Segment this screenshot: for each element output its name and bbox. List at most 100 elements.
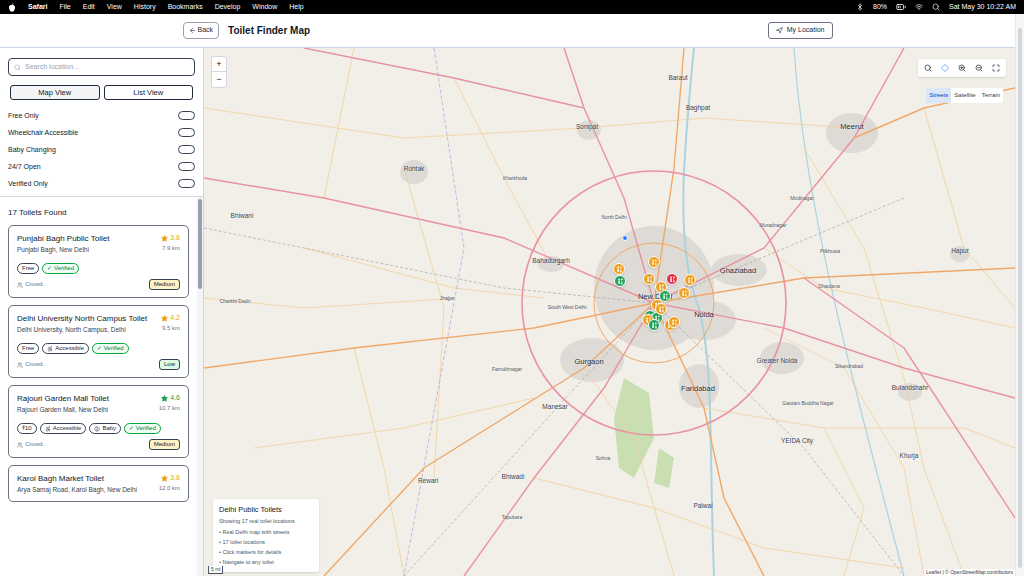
place-label: Gautam Buddha Nagar <box>782 400 833 408</box>
toilet-icon <box>651 322 658 329</box>
spotlight-icon[interactable] <box>932 3 940 11</box>
filter-toggle[interactable] <box>178 111 195 120</box>
zoom-out-icon[interactable] <box>975 64 983 72</box>
place-label: YEIDA City <box>781 436 813 446</box>
menu-item[interactable]: View <box>107 2 122 13</box>
crowd-badge: Medium <box>149 279 180 290</box>
toilet-card[interactable]: Karol Bagh Market ToiletArya Samaj Road,… <box>8 465 189 502</box>
my-location-button[interactable]: My Location <box>768 22 833 39</box>
place-label: Gurgaon <box>574 356 603 367</box>
place-label: Farrukhnagar <box>492 366 522 374</box>
view-button[interactable]: List View <box>104 85 194 100</box>
search-icon[interactable] <box>924 64 932 72</box>
zoom-in-icon[interactable] <box>958 64 966 72</box>
filter-label: Free Only <box>8 111 39 122</box>
toilet-card[interactable]: Delhi University North Campus ToiletDelh… <box>8 305 189 378</box>
baby-icon <box>94 426 100 432</box>
layer-switch: StreetsSatelliteTerrain <box>926 88 1003 103</box>
toilet-marker[interactable] <box>655 303 667 315</box>
rating: 4.2 <box>161 313 180 324</box>
sidebar-scrollbar[interactable] <box>197 197 203 576</box>
menu-item[interactable]: Window <box>252 2 277 13</box>
layer-button[interactable]: Streets <box>926 88 951 103</box>
toilet-marker[interactable] <box>613 263 625 275</box>
filter-toggle[interactable] <box>178 145 195 154</box>
search-field[interactable]: Search location... <box>8 58 195 76</box>
toilet-marker[interactable] <box>668 316 680 328</box>
back-button[interactable]: Back <box>183 22 220 39</box>
bluetooth-icon[interactable] <box>856 3 864 11</box>
filter-label: 24/7 Open <box>8 162 41 173</box>
filter-row: Free Only <box>8 109 195 122</box>
layer-button[interactable]: Satellite <box>951 88 978 103</box>
star-icon <box>161 475 168 482</box>
place-label: Noida <box>694 309 714 320</box>
page: BackToilet Finder MapMy LocationSearch l… <box>0 14 1015 576</box>
toilet-card[interactable]: Rajouri Garden Mall ToiletRajouri Garden… <box>8 385 189 458</box>
clock[interactable]: Sat May 30 10:22 AM <box>949 2 1016 13</box>
view-button[interactable]: Map View <box>10 85 100 100</box>
place-label: Sikandrabad <box>835 363 863 371</box>
menu-item[interactable]: History <box>134 2 156 13</box>
place-label: Palwal <box>693 501 712 511</box>
place-label: Modinagar <box>790 195 814 203</box>
toilet-card[interactable]: Punjabi Bagh Public ToiletPunjabi Bagh, … <box>8 225 189 298</box>
people-icon <box>17 442 23 448</box>
menu-item[interactable]: Bookmarks <box>168 2 203 13</box>
filter-label: Baby Changing <box>8 145 56 156</box>
toilet-marker[interactable] <box>684 274 696 286</box>
toilet-marker[interactable] <box>648 256 660 268</box>
card-title: Delhi University North Campus Toilet <box>17 313 147 324</box>
battery-percent: 80% <box>873 2 887 13</box>
place-label: Bhiwadi <box>502 472 525 482</box>
battery-icon[interactable] <box>896 2 906 12</box>
place-label: Kharkhoda <box>503 175 527 183</box>
zoom-out-button[interactable]: − <box>212 72 226 87</box>
menu-item[interactable]: File <box>59 2 70 13</box>
toilet-marker[interactable] <box>643 273 655 285</box>
filter-toggle[interactable] <box>178 179 195 188</box>
map-scale: 5 mi <box>208 566 223 575</box>
fullscreen-icon[interactable] <box>992 64 1000 72</box>
place-label: Meerut <box>840 121 863 132</box>
layers-icon[interactable] <box>941 64 949 72</box>
filter-row: Wheelchair Accessible <box>8 126 195 139</box>
toilet-marker[interactable] <box>678 287 690 299</box>
card-location: Arya Samaj Road, Karol Bagh, New Delhi <box>17 485 137 494</box>
info-title: Delhi Public Toilets <box>219 504 313 515</box>
menu-bar: Safari File Edit View History Bookmarks Develo… <box>0 0 1024 14</box>
map-attribution[interactable]: Leaflet | © OpenStreetMap contributors <box>924 569 1015 576</box>
toilet-marker[interactable] <box>648 319 660 331</box>
toilet-marker[interactable] <box>614 275 626 287</box>
page-scrollbar-thumb[interactable] <box>1018 28 1022 568</box>
filter-toggle[interactable] <box>178 162 195 171</box>
zoom-in-button[interactable]: + <box>212 57 226 72</box>
results-area: 17 Toilets FoundPunjabi Bagh Public Toil… <box>0 197 203 576</box>
crowd-row: Crowd: Medium <box>17 279 180 290</box>
rating: 4.6 <box>161 393 180 404</box>
filter-label: Wheelchair Accessible <box>8 128 78 139</box>
place-label: Sonipat <box>576 122 598 132</box>
menu-item[interactable]: Develop <box>215 2 241 13</box>
menu-item[interactable]: Help <box>289 2 303 13</box>
map[interactable]: BarautBaghpatSonipatMeerutRohtakKharkhod… <box>204 48 1015 576</box>
card-head: Delhi University North Campus ToiletDelh… <box>17 313 180 334</box>
filter-list: Free Only Wheelchair Accessible Baby Chang… <box>8 109 195 190</box>
menu-app-name[interactable]: Safari <box>28 2 47 13</box>
scrollbar-thumb[interactable] <box>198 199 202 289</box>
place-label: Rohtak <box>404 164 425 174</box>
toilet-marker[interactable] <box>666 273 678 285</box>
card-location: Delhi University, North Campus, Delhi <box>17 325 147 334</box>
layer-button[interactable]: Terrain <box>979 88 1003 103</box>
card-text: Rajouri Garden Mall ToiletRajouri Garden… <box>17 393 109 414</box>
map-tools <box>918 59 1006 77</box>
place-label: Bulandshahr <box>892 383 929 393</box>
crowd-label: Crowd: <box>17 280 44 289</box>
filter-toggle[interactable] <box>178 128 195 137</box>
menu-item[interactable]: Edit <box>83 2 95 13</box>
wifi-icon[interactable] <box>915 3 923 11</box>
arrow-left-icon <box>189 27 196 34</box>
page-scrollbar[interactable] <box>1015 14 1024 576</box>
place-label: Sohna <box>596 455 610 463</box>
apple-icon[interactable] <box>8 3 16 12</box>
